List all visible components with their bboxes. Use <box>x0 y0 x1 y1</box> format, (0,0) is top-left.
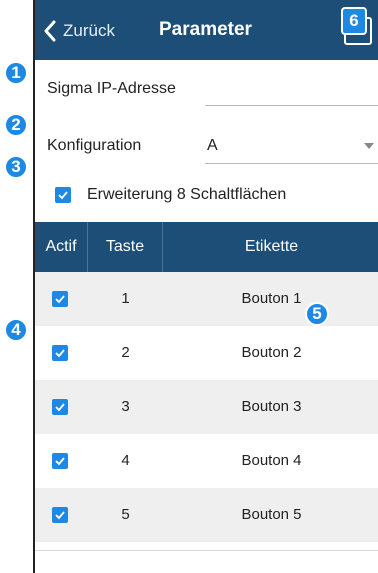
callout-badge-6: 6 <box>341 7 367 35</box>
table-row[interactable]: 2 Bouton 2 <box>35 326 378 380</box>
row-active-checkbox[interactable] <box>52 399 68 415</box>
callout-badge-2: 2 <box>4 113 28 137</box>
row-active-checkbox[interactable] <box>52 291 68 307</box>
checkmark-icon <box>55 349 65 358</box>
row-key: 5 <box>121 506 130 523</box>
checkmark-icon <box>58 191 68 200</box>
checkmark-icon <box>55 457 65 466</box>
callout-badge-5: 5 <box>305 302 329 326</box>
callout-badge-1: 1 <box>4 61 28 85</box>
extension-checkbox-row[interactable]: Erweiterung 8 Schaltflächen <box>55 186 286 204</box>
configuration-value: A <box>207 137 218 154</box>
row-label[interactable]: Bouton 4 <box>163 452 378 469</box>
row-label[interactable]: Bouton 3 <box>163 398 378 415</box>
row-key: 2 <box>121 344 130 361</box>
row-label[interactable]: Bouton 2 <box>163 344 378 361</box>
row-active-checkbox[interactable] <box>52 345 68 361</box>
ip-address-label: Sigma IP-Adresse <box>47 80 176 97</box>
table-row[interactable]: 3 Bouton 3 <box>35 380 378 434</box>
settings-screen: Zurück Parameter Sigma IP-Adresse Konfig… <box>33 0 378 573</box>
configuration-select[interactable]: A <box>205 128 378 164</box>
checkmark-icon <box>55 403 65 412</box>
page-title: Parameter <box>159 19 252 40</box>
table-row[interactable]: 4 Bouton 4 <box>35 434 378 488</box>
row-label[interactable]: Bouton 5 <box>163 506 378 523</box>
back-button[interactable]: Zurück <box>43 18 115 44</box>
divider <box>35 550 378 551</box>
table-row[interactable]: 5 Bouton 5 <box>35 488 378 542</box>
row-key: 3 <box>121 398 130 415</box>
extension-checkbox[interactable] <box>55 187 71 203</box>
row-active-checkbox[interactable] <box>52 453 68 469</box>
row-key: 4 <box>121 452 130 469</box>
row-key: 1 <box>121 290 130 307</box>
checkmark-icon <box>55 295 65 304</box>
column-header-actif: Actif <box>35 222 88 272</box>
ip-address-input[interactable] <box>205 72 378 106</box>
table-header: Actif Taste Etikette <box>35 222 378 272</box>
back-label: Zurück <box>63 21 115 40</box>
callout-badge-3: 3 <box>4 155 28 179</box>
row-label[interactable]: Bouton 1 <box>163 290 378 307</box>
checkmark-icon <box>55 511 65 520</box>
column-header-etikette: Etikette <box>244 238 299 255</box>
column-header-taste: Taste <box>88 222 163 272</box>
chevron-left-icon <box>44 20 56 42</box>
configuration-label: Konfiguration <box>47 137 142 154</box>
dropdown-caret-icon <box>364 143 374 149</box>
extension-label: Erweiterung 8 Schaltflächen <box>87 186 287 203</box>
navigation-bar: Zurück Parameter <box>35 0 378 60</box>
row-active-checkbox[interactable] <box>52 507 68 523</box>
callout-badge-4: 4 <box>4 318 28 342</box>
